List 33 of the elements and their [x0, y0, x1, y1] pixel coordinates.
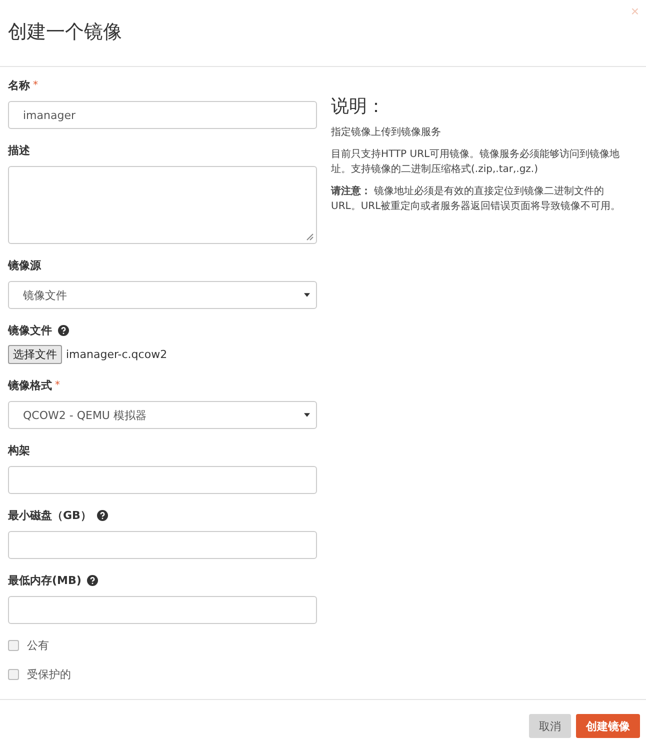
select-field[interactable]: QCOW2 - QEMU 模拟器	[8, 401, 317, 429]
resize-grip-icon[interactable]	[306, 233, 314, 241]
help-text: 请注意： 镜像地址必须是有效的直接定位到镜像二进制文件的URL。URL被重定向或者服务器返回错误页面将导致镜像不可用。	[331, 184, 622, 214]
checkbox[interactable]	[8, 668, 19, 680]
help-heading: 说明：	[331, 95, 386, 118]
select-field[interactable]: 镜像文件	[8, 281, 317, 309]
text-field[interactable]: imanager	[8, 101, 317, 129]
required-mark: *	[55, 380, 60, 390]
field-label: 描述	[8, 142, 30, 158]
help-text: 指定镜像上传到镜像服务	[331, 126, 442, 140]
field-label: 镜像格式	[8, 378, 52, 392]
required-mark: *	[33, 80, 38, 90]
field-label: 名称	[8, 78, 30, 92]
checkbox-label: 受保护的	[27, 666, 71, 682]
text-field[interactable]	[8, 596, 317, 624]
field-label: 最低内存(MB)	[8, 572, 82, 588]
caret-icon	[304, 293, 310, 297]
text-field[interactable]	[8, 466, 317, 494]
cancel-button[interactable]: 取消	[529, 714, 571, 738]
choose-file-button[interactable]: 选择文件	[8, 344, 62, 364]
help-text: 目前只支持HTTP URL可用镜像。镜像服务必须能够访问到镜像地址。支持镜像的二进制压缩格式(.zip,.tar,.gz.)	[331, 148, 621, 177]
file-name: imanager-c.qcow2	[66, 348, 168, 360]
field-label: 镜像文件	[8, 322, 52, 338]
checkbox[interactable]	[8, 640, 19, 650]
checkbox-label: 公有	[27, 638, 49, 652]
textarea-field[interactable]	[8, 166, 317, 244]
dialog-title: 创建一个镜像	[8, 20, 122, 45]
text-field[interactable]	[8, 531, 317, 559]
field-label: 最小磁盘（GB）	[8, 508, 92, 522]
field-label: 镜像源	[8, 258, 41, 272]
caret-icon	[304, 413, 310, 417]
field-label: 构架	[8, 442, 30, 458]
create-button[interactable]: 创建镜像	[576, 714, 640, 738]
